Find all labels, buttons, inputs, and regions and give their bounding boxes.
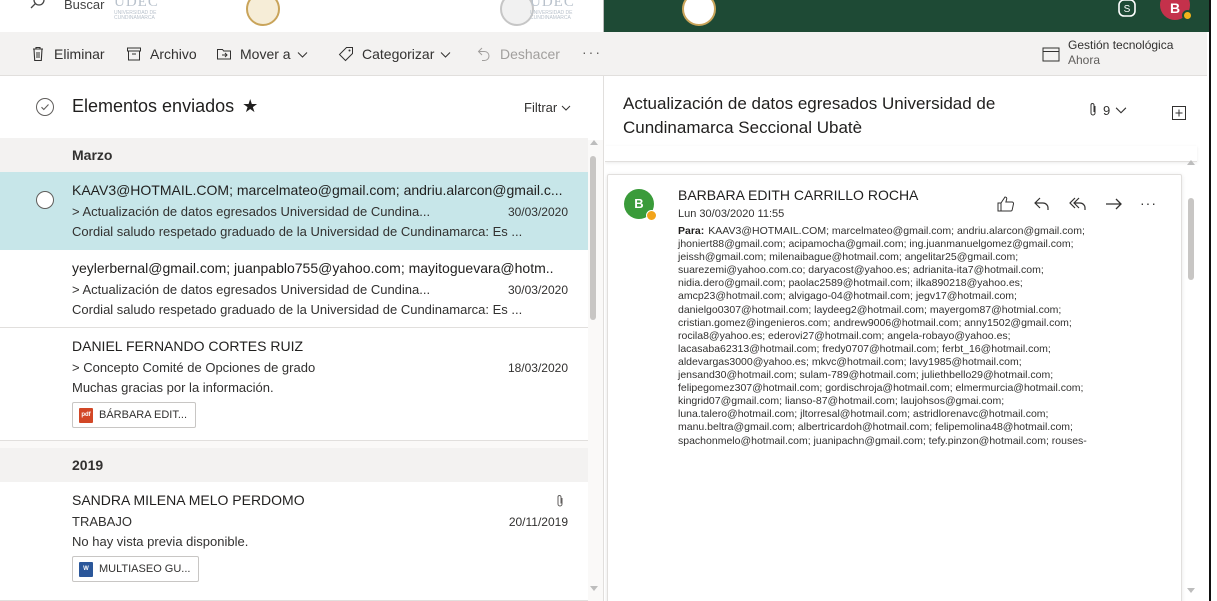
folder-title: Elementos enviados ★ (72, 96, 259, 116)
message-date: Lun 30/03/2020 11:55 (678, 208, 785, 220)
list-header: Elementos enviados ★ Filtrar (0, 76, 603, 140)
attachment-chip[interactable]: W MULTIASEO GU... (72, 556, 200, 582)
crest-logo (682, 0, 716, 26)
select-radio[interactable] (36, 191, 54, 209)
udec-logo: UDEC UNIVERSIDAD DE CUNDINAMARCA (114, 0, 159, 21)
chevron-down-icon (1115, 107, 1127, 114)
collapsed-message[interactable] (605, 146, 1197, 162)
select-all-checkbox[interactable] (36, 98, 54, 116)
message-actions: ··· (996, 195, 1160, 213)
scroll-thumb[interactable] (590, 156, 596, 320)
paperclip-icon (557, 495, 563, 507)
chevron-down-icon (441, 51, 451, 58)
skype-icon[interactable]: S (1116, 0, 1138, 20)
list-scrollbar[interactable] (588, 140, 600, 601)
search-placeholder: Buscar (64, 0, 105, 12)
crest-logo (500, 0, 534, 26)
pdf-file-icon: pdf (79, 407, 93, 423)
search-icon (30, 0, 45, 9)
presence-icon (1182, 10, 1193, 21)
calendar-icon (1042, 47, 1060, 62)
favorite-star-icon[interactable]: ★ (242, 96, 258, 116)
attachment-chip[interactable]: pdf BÁRBARA EDIT... (72, 402, 197, 428)
udec-logo: UDEC UNIVERSIDAD DE CUNDINAMARCA (530, 0, 575, 21)
categorize-button[interactable]: Categorizar (338, 32, 451, 76)
filter-button[interactable]: Filtrar (524, 100, 571, 115)
list-item[interactable]: SANDRA MILENA MELO PERDOMO TRABAJO 20/11… (0, 482, 588, 601)
paperclip-icon (1090, 103, 1096, 116)
tag-icon (338, 47, 353, 62)
reminder-title: Gestión tecnológica (1068, 38, 1174, 52)
group-header[interactable]: Marzo (0, 138, 588, 172)
attachments-dropdown[interactable]: 9 (1087, 102, 1131, 118)
scroll-thumb[interactable] (1188, 198, 1194, 280)
delete-button[interactable]: Eliminar (30, 32, 105, 76)
group-header[interactable]: 2019 (0, 448, 588, 482)
chevron-down-icon (561, 105, 571, 111)
reminder-time: Ahora (1068, 53, 1101, 67)
reminder-notification[interactable]: Gestión tecnológica Ahora (1042, 38, 1173, 68)
reply-icon[interactable] (1032, 195, 1052, 213)
archive-icon (127, 47, 141, 61)
scroll-down-icon[interactable] (590, 586, 598, 591)
sender-avatar[interactable]: B (624, 189, 657, 221)
word-file-icon: W (79, 561, 93, 577)
message-subject: Actualización de datos egresados Univers… (623, 94, 996, 137)
chevron-down-icon (297, 51, 307, 58)
sender-name[interactable]: BARBARA EDITH CARRILLO ROCHA (678, 187, 918, 203)
top-bar: Buscar UDEC UNIVERSIDAD DE CUNDINAMARCA U… (0, 0, 1217, 32)
scroll-down-icon[interactable] (1187, 588, 1195, 593)
forward-icon[interactable] (1104, 195, 1124, 213)
list-item[interactable]: yeylerbernal@gmail.com; juanpablo755@yah… (0, 250, 588, 328)
scroll-up-icon[interactable] (590, 140, 598, 145)
window-edge (1209, 0, 1217, 601)
crest-logo (246, 0, 280, 26)
svg-text:S: S (1124, 4, 1131, 15)
open-in-new-window-icon[interactable] (1171, 105, 1187, 121)
reading-scrollbar[interactable] (1185, 140, 1199, 601)
undo-icon (477, 47, 490, 61)
archive-button[interactable]: Archivo (126, 32, 197, 76)
reply-all-icon[interactable] (1068, 195, 1088, 213)
list-item[interactable]: KAAV3@HOTMAIL.COM; marcelmateo@gmail.com… (0, 172, 588, 250)
folder-move-icon (217, 49, 231, 60)
more-actions-icon[interactable]: ··· (1140, 195, 1160, 213)
message-list: Elementos enviados ★ Filtrar Marzo KAAV3@… (0, 76, 604, 601)
command-bar: Eliminar Archivo Mover a Categorizar Des… (0, 32, 1207, 76)
account-avatar[interactable]: B (1160, 0, 1193, 21)
search-box[interactable]: Buscar UDEC UNIVERSIDAD DE CUNDINAMARCA U… (0, 0, 604, 32)
like-icon[interactable] (996, 195, 1016, 213)
checkmark-icon (41, 104, 49, 111)
presence-icon (646, 210, 657, 221)
reading-pane: Actualización de datos egresados Univers… (605, 76, 1209, 601)
trash-icon (33, 46, 43, 62)
message-card: B BARBARA EDITH CARRILLO ROCHA Lun 30/03… (607, 174, 1182, 601)
move-to-button[interactable]: Mover a (216, 32, 308, 76)
scroll-up-icon[interactable] (1187, 160, 1195, 165)
more-options-icon[interactable]: ··· (582, 44, 602, 60)
recipients: Para: KAAV3@HOTMAIL.COM; marcelmateo@gmai… (678, 225, 1087, 447)
undo-button[interactable]: Deshacer (476, 32, 560, 76)
list-item[interactable]: DANIEL FERNANDO CORTES RUIZ > Concepto C… (0, 328, 588, 441)
